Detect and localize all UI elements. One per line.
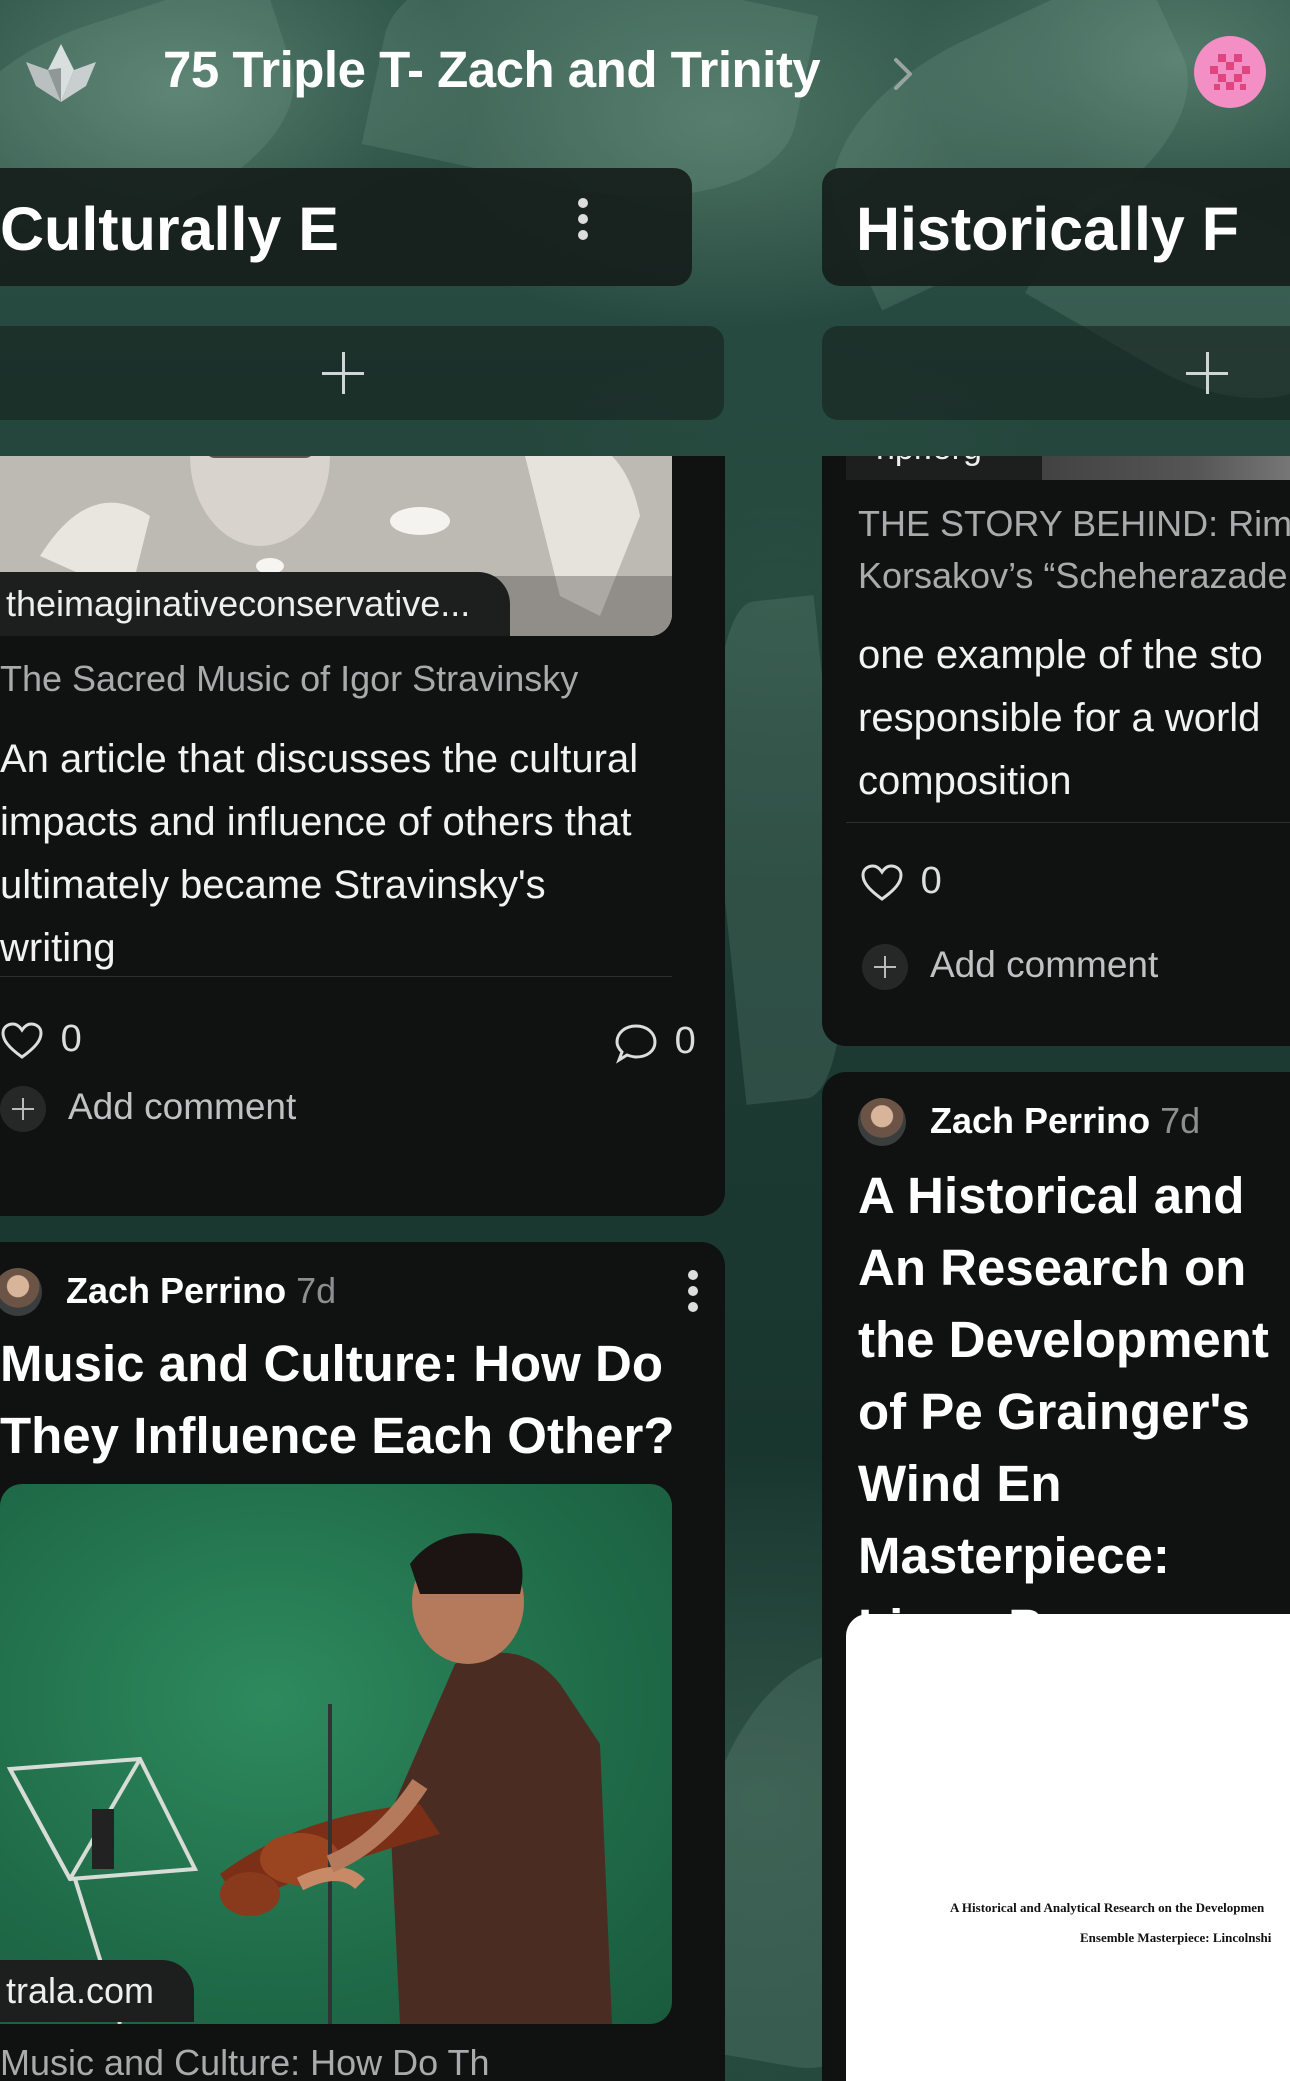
like-button[interactable]: 0 [0, 1018, 82, 1061]
plus-icon [322, 352, 364, 394]
plus-icon [1186, 352, 1228, 394]
column-header-historically: Historically F [822, 168, 1290, 286]
add-comment-icon [862, 944, 908, 991]
post-card[interactable]: Zach Perrino 7d A Historical and An Resea… [822, 1072, 1290, 2081]
post-card[interactable]: npr.org THE STORY BEHIND: Rim Korsakov’s… [822, 456, 1290, 1046]
kebab-menu-icon[interactable] [576, 198, 590, 242]
post-body: An article that discusses the cultural i… [0, 737, 639, 970]
heart-icon [1, 1022, 43, 1059]
link-title[interactable]: THE STORY BEHIND: Rim Korsakov’s “Schehe… [858, 498, 1290, 602]
comment-button[interactable]: 0 [614, 1020, 696, 1064]
link-source[interactable]: npr.org [846, 456, 1042, 480]
padlet-logo-icon[interactable] [22, 40, 100, 108]
column-title: Culturally E [0, 195, 339, 263]
author-label: Zach Perrino [66, 1270, 287, 1311]
column-header-culturally: Culturally E [0, 168, 692, 286]
divider [846, 822, 1290, 823]
document-text-line: Ensemble Masterpiece: Lincolnshi [1080, 1930, 1272, 1945]
post-age: 7d [1160, 1100, 1201, 1141]
like-count: 0 [60, 1018, 82, 1060]
heart-icon [861, 864, 903, 901]
post-card[interactable]: theimaginativeconservative... The Sacred… [0, 456, 725, 1216]
post-title: Music and Culture: How Do They Influence… [0, 1335, 675, 1464]
column-culturally-posts: theimaginativeconservative... The Sacred… [0, 456, 760, 2081]
add-comment-button[interactable]: Add comment [0, 1086, 297, 1133]
user-avatar[interactable] [1194, 36, 1266, 108]
author-avatar[interactable] [0, 1268, 42, 1316]
document-preview[interactable]: A Historical and Analytical Research on … [846, 1614, 1290, 2081]
author-name[interactable]: Zach Perrino 7d [930, 1100, 1200, 1142]
add-comment-label: Add comment [68, 1086, 297, 1127]
add-post-bar[interactable] [822, 326, 1290, 420]
author-name[interactable]: Zach Perrino 7d [66, 1270, 336, 1312]
chevron-right-icon[interactable] [888, 52, 918, 96]
link-title[interactable]: Music and Culture: How Do Th [0, 2042, 490, 2081]
column-title: Historically F [856, 195, 1240, 263]
post-body: one example of the sto responsible for a… [858, 633, 1263, 803]
top-bar: 75 Triple T- Zach and Trinity [0, 0, 1290, 150]
add-comment-label: Add comment [930, 944, 1159, 985]
document-text-line: A Historical and Analytical Research on … [950, 1900, 1265, 1915]
add-post-bar[interactable] [0, 326, 724, 420]
like-count: 0 [920, 860, 942, 902]
post-age: 7d [296, 1270, 337, 1311]
divider [0, 976, 672, 977]
post-card[interactable]: Zach Perrino 7d Music and Culture: How Do… [0, 1242, 725, 2081]
author-avatar[interactable] [858, 1098, 906, 1146]
link-title[interactable]: The Sacred Music of Igor Stravinsky [0, 658, 578, 700]
board-title[interactable]: 75 Triple T- Zach and Trinity [163, 40, 821, 99]
like-button[interactable]: 0 [860, 860, 942, 903]
kebab-menu-icon[interactable] [686, 1270, 700, 1314]
comment-icon [615, 1024, 657, 1064]
post-title: A Historical and An Research on the Deve… [858, 1167, 1269, 1656]
comment-count: 0 [674, 1020, 696, 1062]
link-source[interactable]: trala.com [0, 1960, 195, 2022]
link-preview-image[interactable] [0, 1484, 672, 2024]
column-historically-posts: npr.org THE STORY BEHIND: Rim Korsakov’s… [822, 456, 1290, 2081]
add-comment-icon [0, 1086, 46, 1133]
author-label: Zach Perrino [930, 1100, 1151, 1141]
add-comment-button[interactable]: Add comment [862, 944, 1159, 991]
link-source[interactable]: theimaginativeconservative... [0, 572, 511, 636]
